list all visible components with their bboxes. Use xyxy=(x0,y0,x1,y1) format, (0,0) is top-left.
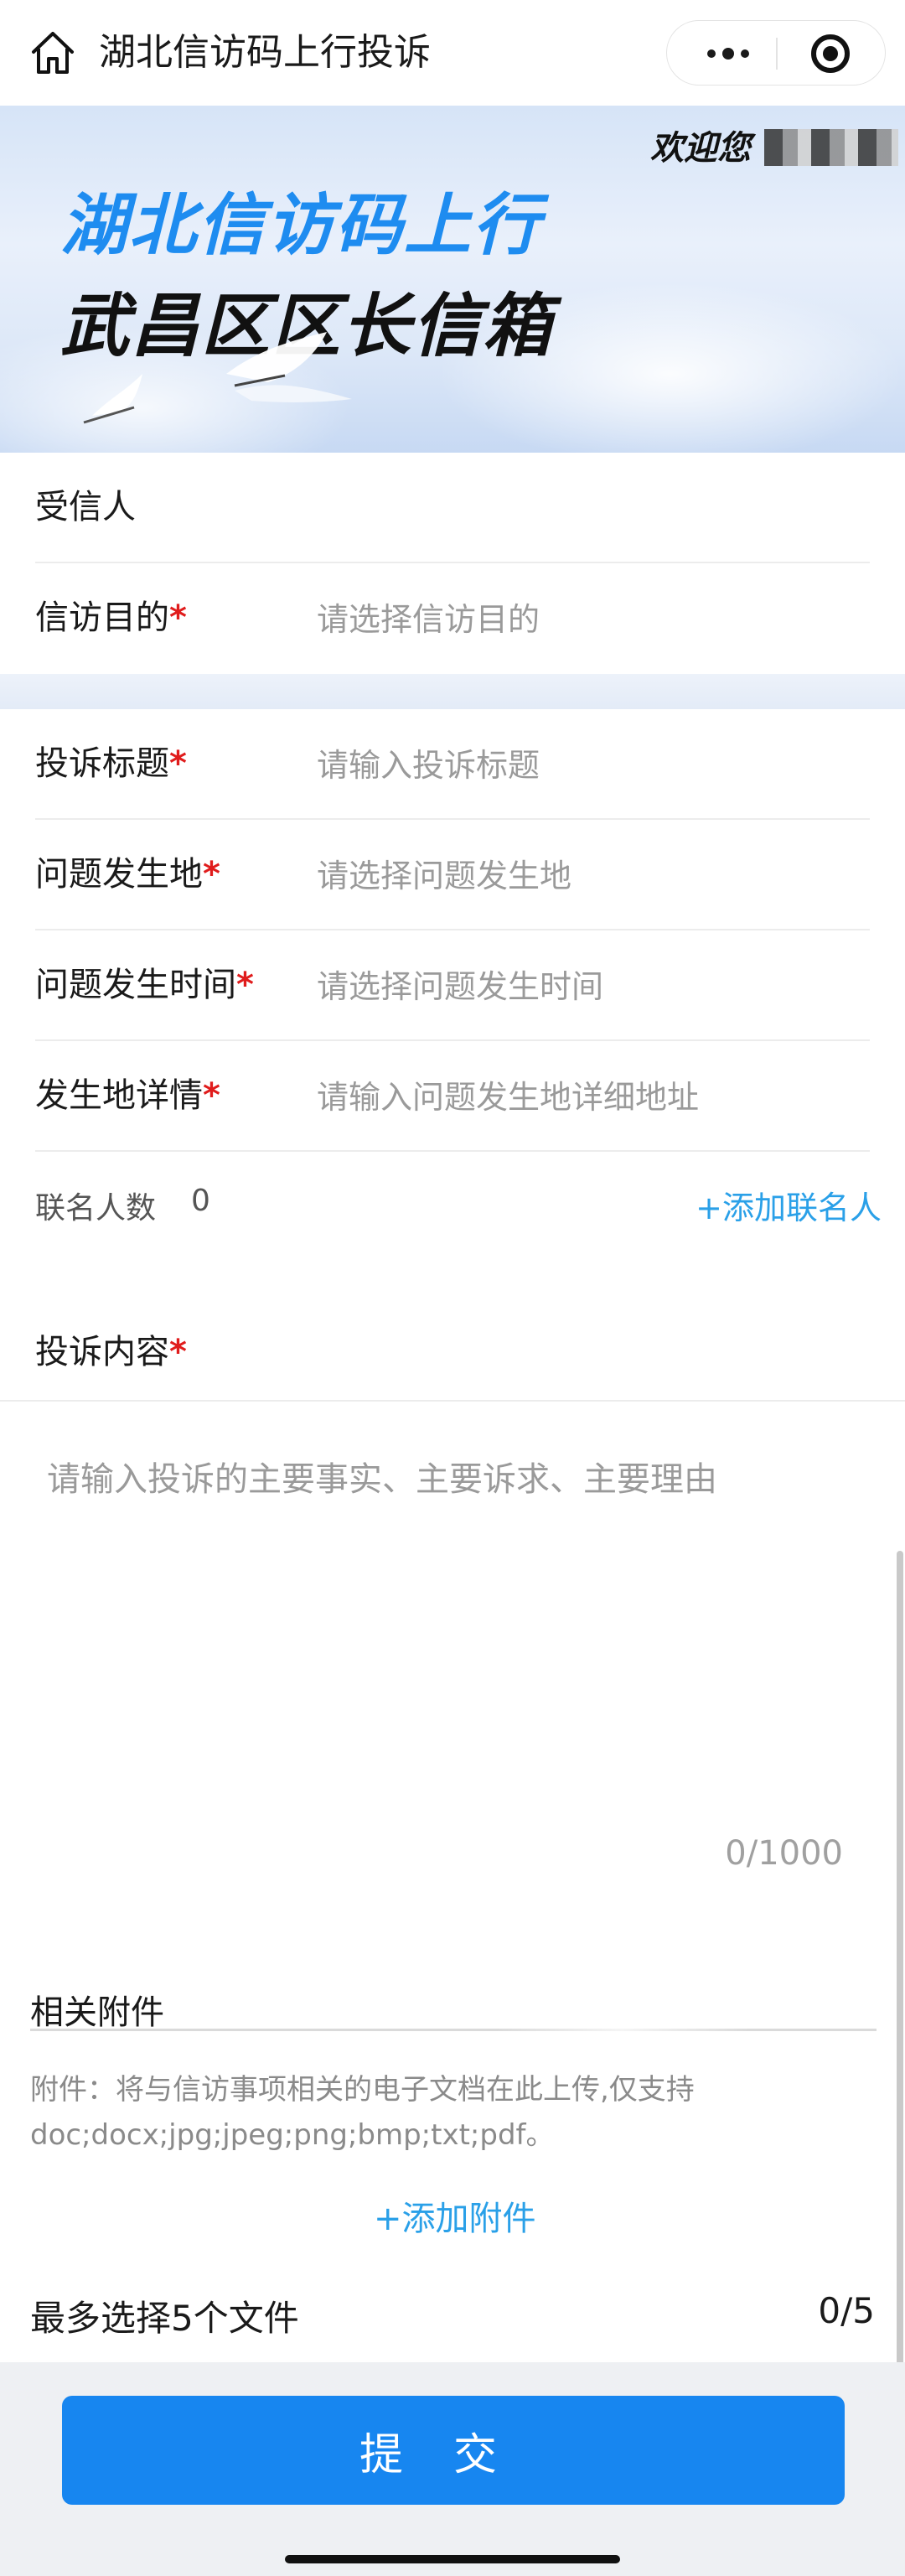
required-mark: * xyxy=(236,966,254,1004)
crane-birds-icon xyxy=(83,332,352,424)
banner: 欢迎您 湖北信访码上行 武昌区区长信箱 xyxy=(0,106,905,453)
nav-bar: 湖北信访码上行投诉 xyxy=(0,0,905,106)
required-mark: * xyxy=(203,1076,220,1115)
complaint-title-label: 投诉标题 xyxy=(35,744,169,783)
location-label: 问题发生地 xyxy=(35,855,203,894)
purpose-select[interactable]: 请选择信访目的 xyxy=(317,599,540,640)
complaint-title-input[interactable]: 请输入投诉标题 xyxy=(317,744,540,786)
home-icon[interactable] xyxy=(28,29,77,77)
file-count: 0/5 xyxy=(818,2290,875,2331)
complaint-title-row[interactable]: 投诉标题* 请输入投诉标题 xyxy=(0,709,905,820)
masked-username xyxy=(764,129,898,166)
cosigner-count-value: 0 xyxy=(191,1184,210,1218)
max-files-label: 最多选择5个文件 xyxy=(30,2298,299,2339)
attachments-tip: 附件：将与信访事项相关的电子文档在此上传,仅支持doc;docx;jpg;jpe… xyxy=(30,2073,695,2152)
required-mark: * xyxy=(203,855,220,894)
section-divider xyxy=(0,674,905,709)
home-indicator xyxy=(285,2555,620,2563)
purpose-label: 信访目的 xyxy=(35,599,169,637)
add-attachment-button[interactable]: +添加附件 xyxy=(374,2191,536,2240)
textarea-placeholder: 请输入投诉的主要事实、主要诉求、主要理由 xyxy=(47,1460,717,1499)
char-counter: 0/1000 xyxy=(725,1834,843,1873)
close-program-icon[interactable] xyxy=(811,34,850,73)
cosigner-row: 联名人数 0 +添加联名人 xyxy=(0,1165,905,1249)
required-mark: * xyxy=(169,1333,187,1371)
submit-button[interactable]: 提交 xyxy=(62,2396,845,2505)
banner-title: 湖北信访码上行 xyxy=(60,186,541,264)
location-select[interactable]: 请选择问题发生地 xyxy=(317,855,571,897)
attachments-title: 相关附件 xyxy=(30,1993,164,2032)
mini-program-capsule xyxy=(666,20,886,86)
page-title: 湖北信访码上行投诉 xyxy=(99,31,431,74)
location-row[interactable]: 问题发生地* 请选择问题发生地 xyxy=(0,820,905,930)
capsule-divider xyxy=(776,38,778,70)
complaint-content-textarea[interactable]: 请输入投诉的主要事实、主要诉求、主要理由 0/1000 xyxy=(0,1402,905,1905)
footer: 提交 xyxy=(0,2362,905,2576)
time-row[interactable]: 问题发生时间* 请选择问题发生时间 xyxy=(0,930,905,1041)
recipient-group: 受信人 信访目的* 请选择信访目的 xyxy=(0,453,905,674)
required-mark: * xyxy=(169,744,187,783)
cosigner-count-label: 联名人数 xyxy=(35,1191,157,1226)
add-cosigner-button[interactable]: +添加联名人 xyxy=(696,1182,882,1228)
complaint-content-label: 投诉内容* xyxy=(35,1333,187,1371)
address-detail-row[interactable]: 发生地详情* 请输入问题发生地详细地址 xyxy=(0,1041,905,1152)
divider xyxy=(30,2029,877,2031)
welcome-text: 欢迎您 xyxy=(650,129,751,168)
time-select[interactable]: 请选择问题发生时间 xyxy=(317,966,603,1008)
required-mark: * xyxy=(169,599,187,637)
recipient-row: 受信人 xyxy=(0,453,905,563)
address-detail-label: 发生地详情 xyxy=(35,1076,203,1115)
purpose-row[interactable]: 信访目的* 请选择信访目的 xyxy=(0,563,905,674)
more-menu-icon[interactable] xyxy=(697,21,759,86)
time-label: 问题发生时间 xyxy=(35,966,236,1004)
address-detail-input[interactable]: 请输入问题发生地详细地址 xyxy=(317,1076,699,1118)
recipient-label: 受信人 xyxy=(35,488,136,526)
